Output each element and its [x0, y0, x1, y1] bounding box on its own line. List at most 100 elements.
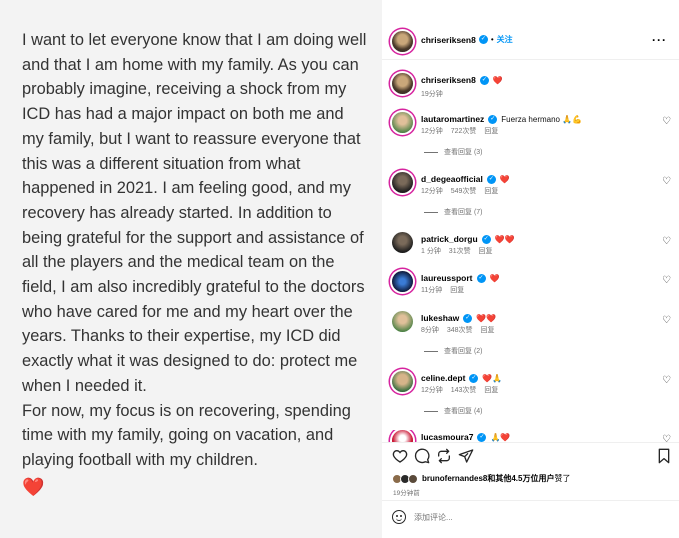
comment-likes[interactable]: 143次赞	[451, 387, 477, 394]
comment-text: Fuerza hermano 🙏💪	[501, 114, 583, 124]
likes-summary[interactable]: brunofernandes8和其他4.5万位用户赞了	[392, 473, 570, 484]
comment-line: lukeshaw ✓ ❤️❤️	[421, 313, 496, 323]
comment-avatar[interactable]	[392, 371, 413, 392]
emoji-icon[interactable]	[392, 510, 406, 524]
comment-time: 11分钟	[421, 287, 443, 294]
comment-line: patrick_dorgu ✓ ❤️❤️	[421, 234, 515, 244]
action-bar	[392, 448, 672, 468]
comment-avatar[interactable]	[392, 112, 413, 133]
verified-badge-icon: ✓	[463, 313, 473, 323]
comment-line: lucasmoura7 ✓ 🙏❤️	[421, 432, 510, 442]
post-time: 19分钟前	[393, 490, 420, 497]
caption-avatar[interactable]	[392, 73, 413, 94]
heart-outline-icon[interactable]	[392, 448, 408, 464]
divider	[424, 410, 438, 412]
comment-meta: 12分钟 722次赞 回复	[421, 126, 504, 136]
comment-like-heart-icon[interactable]: ♡	[662, 176, 671, 187]
comment-bubble-icon[interactable]	[414, 448, 430, 464]
caption: chriseriksen8 ✓ ❤️ 19分钟	[382, 73, 679, 103]
likes-count[interactable]: 和其他4.5万位用户	[487, 474, 554, 483]
post-paragraph-1: I want to let everyone know that I am do…	[22, 31, 367, 395]
comment-text: ❤️	[499, 174, 510, 184]
separator: •	[490, 35, 494, 44]
comment-meta: 12分钟 549次赞 回复	[421, 186, 504, 196]
caption-text: ❤️	[492, 75, 503, 85]
comment-line: lautaromartinez ✓ Fuerza hermano 🙏💪	[421, 114, 582, 124]
comment-like-heart-icon[interactable]: ♡	[662, 315, 671, 326]
heart-emoji: ❤️	[22, 476, 45, 497]
comment-like-heart-icon[interactable]: ♡	[662, 375, 671, 386]
verified-badge-icon: ✓	[476, 273, 486, 283]
comment-time: 1 分钟	[421, 248, 441, 255]
comment-username[interactable]: lukeshaw	[421, 313, 459, 323]
comment-username[interactable]: d_degeaofficial	[421, 174, 483, 184]
comment-username[interactable]: lautaromartinez	[421, 114, 484, 124]
likes-suffix: 赞了	[554, 474, 571, 483]
comment-item: patrick_dorgu ✓ ❤️❤️ 1 分钟 31次赞 回复 ♡	[382, 232, 679, 262]
comment-text: ❤️🙏	[482, 373, 503, 383]
view-replies-button[interactable]: 查看回复 (4)	[424, 406, 483, 416]
verified-badge-icon: ✓	[478, 35, 488, 44]
verified-badge-icon: ✓	[486, 174, 496, 184]
view-replies-label: 查看回复 (3)	[444, 149, 483, 156]
comment-text: ❤️❤️	[476, 313, 497, 323]
divider	[424, 211, 438, 213]
comment-likes[interactable]: 31次赞	[449, 248, 471, 255]
post-header: chriseriksen8 ✓ • 关注 ···	[382, 0, 679, 60]
reply-button[interactable]: 回复	[484, 387, 498, 394]
repost-icon[interactable]	[436, 448, 452, 464]
header-user-row: chriseriksen8 ✓ • 关注	[421, 34, 513, 45]
comment-item: lucasmoura7 ✓ 🙏❤️ ♡	[382, 430, 679, 442]
reply-button[interactable]: 回复	[484, 188, 498, 195]
view-replies-button[interactable]: 查看回复 (2)	[424, 346, 483, 356]
comment-item: d_degeaofficial ✓ ❤️ 12分钟 549次赞 回复 ♡ 查看回…	[382, 172, 679, 222]
reply-button[interactable]: 回复	[484, 128, 498, 135]
verified-badge-icon: ✓	[488, 114, 498, 124]
paper-plane-icon[interactable]	[458, 448, 474, 464]
author-username[interactable]: chriseriksen8	[421, 35, 476, 45]
caption-username[interactable]: chriseriksen8	[421, 75, 476, 85]
liker-username[interactable]: brunofernandes8	[422, 474, 487, 483]
comment-like-heart-icon[interactable]: ♡	[662, 434, 671, 442]
view-replies-button[interactable]: 查看回复 (3)	[424, 147, 483, 157]
comment-line: d_degeaofficial ✓ ❤️	[421, 174, 510, 184]
caption-time: 19分钟	[421, 91, 443, 98]
comment-like-heart-icon[interactable]: ♡	[662, 275, 671, 286]
comment-meta: 11分钟 回复	[421, 285, 470, 295]
comment-input[interactable]	[414, 512, 614, 522]
more-options-icon[interactable]: ···	[652, 33, 667, 47]
comment-likes[interactable]: 722次赞	[451, 128, 477, 135]
comment-username[interactable]: celine.dept	[421, 373, 465, 383]
author-avatar[interactable]	[392, 31, 413, 52]
bookmark-icon[interactable]	[656, 448, 672, 464]
follow-button[interactable]: 关注	[497, 34, 513, 45]
comment-time: 12分钟	[421, 387, 443, 394]
add-comment-bar	[392, 510, 614, 524]
comment-avatar[interactable]	[392, 430, 413, 442]
comment-avatar[interactable]	[392, 271, 413, 292]
comment-username[interactable]: lucasmoura7	[421, 432, 473, 442]
verified-badge-icon: ✓	[477, 432, 487, 442]
comment-likes[interactable]: 348次赞	[447, 327, 473, 334]
comment-time: 12分钟	[421, 128, 443, 135]
comment-username[interactable]: laureussport	[421, 273, 473, 283]
liker-avatar	[408, 473, 418, 484]
view-replies-button[interactable]: 查看回复 (7)	[424, 207, 483, 217]
comment-username[interactable]: patrick_dorgu	[421, 234, 478, 244]
comment-avatar[interactable]	[392, 311, 413, 332]
divider	[382, 500, 679, 501]
comment-like-heart-icon[interactable]: ♡	[662, 236, 671, 247]
comment-item: celine.dept ✓ ❤️🙏 12分钟 143次赞 回复 ♡ 查看回复 (…	[382, 371, 679, 421]
comment-likes[interactable]: 549次赞	[451, 188, 477, 195]
comments-panel: chriseriksen8 ✓ • 关注 ··· chriseriksen8 ✓…	[382, 0, 679, 538]
comment-like-heart-icon[interactable]: ♡	[662, 116, 671, 127]
reply-button[interactable]: 回复	[479, 248, 493, 255]
comment-avatar[interactable]	[392, 172, 413, 193]
comment-avatar[interactable]	[392, 232, 413, 253]
comment-meta: 12分钟 143次赞 回复	[421, 385, 504, 395]
reply-button[interactable]: 回复	[481, 327, 495, 334]
post-image: I want to let everyone know that I am do…	[0, 0, 382, 538]
comment-meta: 1 分钟 31次赞 回复	[421, 246, 499, 256]
likes-text: brunofernandes8和其他4.5万位用户赞了	[422, 473, 570, 484]
reply-button[interactable]: 回复	[450, 287, 464, 294]
